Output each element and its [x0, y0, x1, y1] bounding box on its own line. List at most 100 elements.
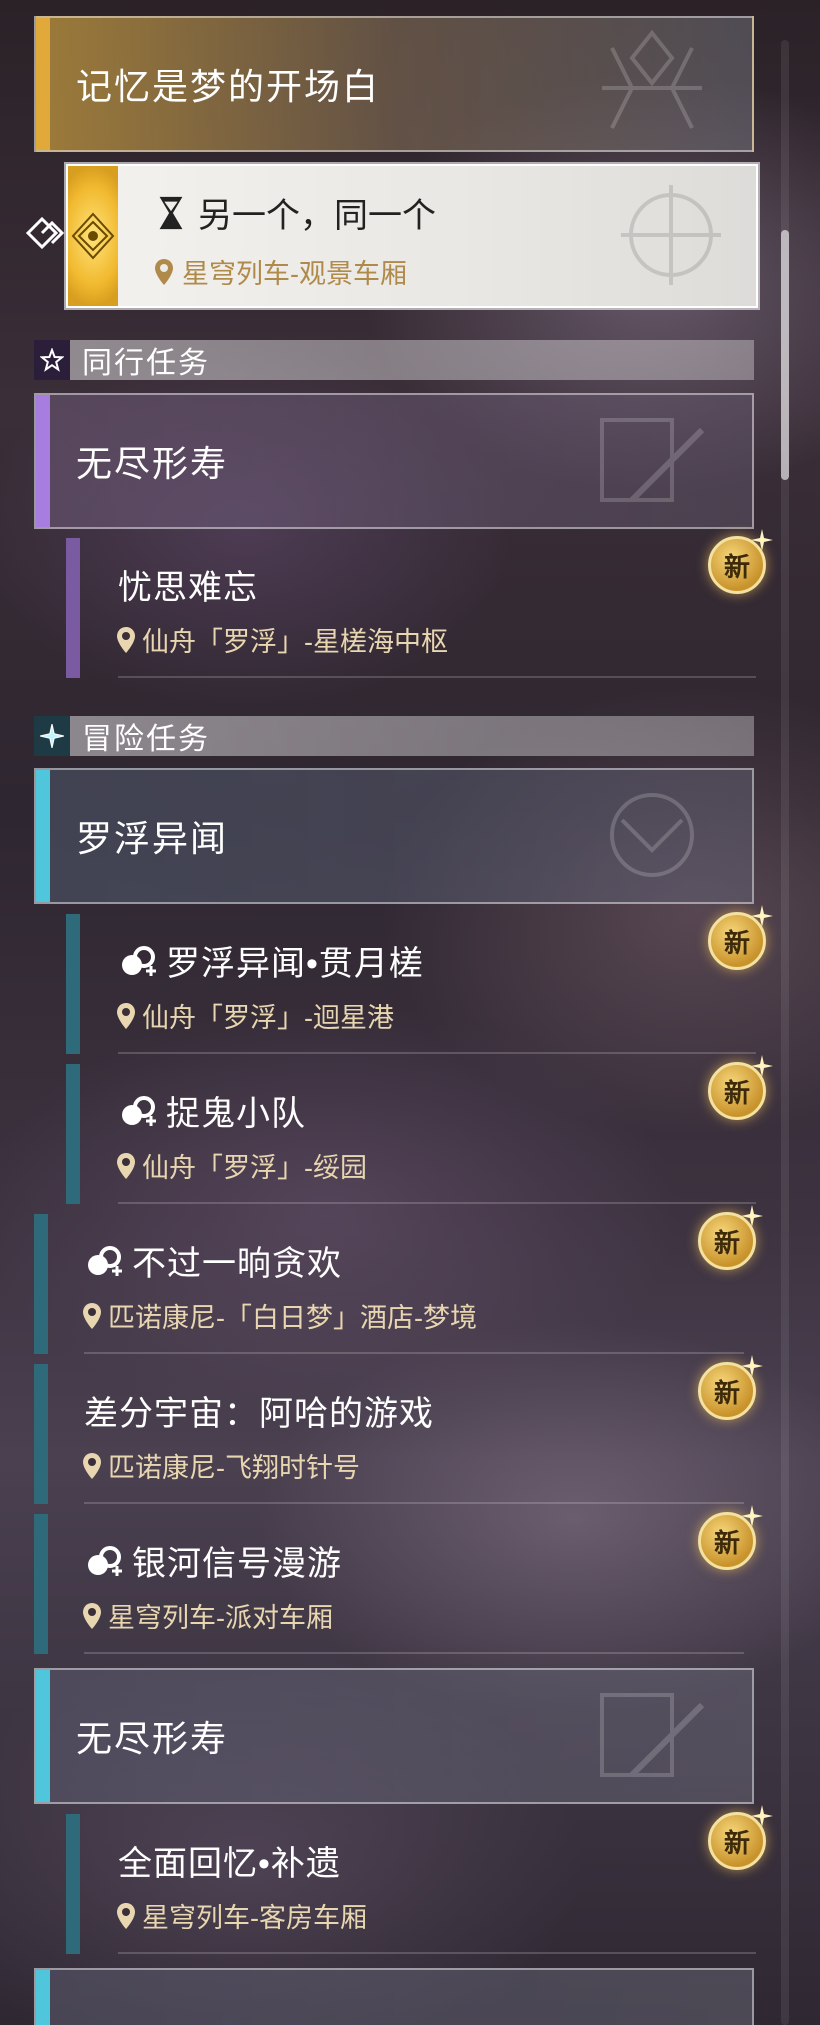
- location-pin-icon: [117, 1902, 135, 1929]
- category-label-companion: 同行任务: [82, 347, 210, 380]
- sparkle-icon: [741, 1505, 763, 1527]
- new-badge: 新: [708, 529, 773, 594]
- quest-title: 罗浮异闻•贯月槎: [166, 945, 424, 983]
- new-badge: 新: [698, 1355, 763, 1420]
- quest-bar: [34, 1364, 48, 1504]
- divider: [84, 1652, 744, 1654]
- luofu-group-title: 罗浮异闻: [76, 818, 229, 859]
- new-badge: 新: [708, 1805, 773, 1870]
- quest-item-companion-0[interactable]: 忧思难忘 仙舟「罗浮」-星槎海中枢: [66, 538, 756, 678]
- new-badge-label: 新: [723, 551, 750, 582]
- quest-bar: [66, 1064, 80, 1204]
- divider: [84, 1502, 744, 1504]
- category-header-companion: 同行任务: [34, 340, 754, 380]
- scroll-emblem-icon: [600, 418, 705, 503]
- quest-bar: [66, 538, 80, 678]
- companion-group-title: 无尽形寿: [76, 443, 229, 484]
- sparkle-icon: [751, 1055, 773, 1077]
- quest-title-row: 差分宇宙：阿哈的游戏: [84, 1386, 434, 1435]
- new-badge-label: 新: [723, 1077, 750, 1108]
- location-pin-icon: [155, 258, 173, 285]
- quest-bar: [66, 1814, 80, 1954]
- new-badge: 新: [698, 1505, 763, 1570]
- main-accent-bar: [36, 18, 50, 150]
- quest-location: 匹诺康尼-飞翔时针号: [108, 1453, 360, 1483]
- location-pin-icon: [83, 1602, 101, 1629]
- new-badge-label: 新: [713, 1227, 740, 1258]
- sparkle-icon: [751, 529, 773, 551]
- divider: [84, 1352, 744, 1354]
- sparkle-icon: [751, 905, 773, 927]
- quest-title-row: 捉鬼小队: [118, 1086, 306, 1135]
- new-badge-label: 新: [713, 1527, 740, 1558]
- quest-bar: [34, 1214, 48, 1354]
- location-pin-icon: [117, 626, 135, 653]
- quest-item-luofu-0[interactable]: 罗浮异闻•贯月槎 仙舟「罗浮」-迴星港: [66, 914, 756, 1054]
- luofu-group-header[interactable]: 罗浮异闻: [34, 768, 754, 904]
- divider: [118, 1202, 756, 1204]
- main-group-title: 记忆是梦的开场白: [76, 66, 381, 107]
- quest-title-row: 忧思难忘: [118, 560, 258, 609]
- new-badge-label: 新: [723, 1827, 750, 1858]
- sparkle-icon: [34, 716, 70, 756]
- next-group-header-partial[interactable]: [34, 1968, 754, 2025]
- companion-group-header[interactable]: 无尽形寿: [34, 393, 754, 529]
- endless-group-title: 无尽形寿: [76, 1718, 229, 1759]
- compass-diamond-icon: [71, 212, 115, 260]
- new-badge: 新: [698, 1205, 763, 1270]
- quest-location: 星穹列车-客房车厢: [142, 1903, 367, 1933]
- quest-location-row: 匹诺康尼-「白日梦」酒店-梦境: [82, 1296, 477, 1335]
- location-pin-icon: [117, 1002, 135, 1029]
- quest-title: 不过一晌贪欢: [132, 1245, 342, 1283]
- scroll-emblem-icon: [600, 1693, 705, 1778]
- location-pin-icon: [117, 1152, 135, 1179]
- adventure-accent-bar: [36, 770, 50, 902]
- main-quest-group-header[interactable]: 记忆是梦的开场白: [34, 16, 754, 152]
- selected-quest-location-row: 星穹列车-观景车厢: [154, 252, 407, 291]
- quest-location: 仙舟「罗浮」-迴星港: [142, 1003, 394, 1033]
- adventure-accent-bar: [36, 1970, 50, 2025]
- quest-title: 银河信号漫游: [132, 1545, 342, 1583]
- quest-title-row: 不过一晌贪欢: [84, 1236, 342, 1285]
- companion-accent-bar: [36, 395, 50, 527]
- quest-item-luofu-1[interactable]: 捉鬼小队 仙舟「罗浮」-绥园: [66, 1064, 756, 1204]
- emblem-icon: [621, 185, 721, 285]
- adventure-quest-icon: [122, 945, 156, 976]
- quest-location-row: 仙舟「罗浮」-绥园: [116, 1146, 367, 1185]
- category-label-adventure: 冒险任务: [82, 723, 210, 756]
- divider: [118, 1952, 756, 1954]
- sparkle-icon: [741, 1355, 763, 1377]
- quest-title: 忧思难忘: [118, 569, 258, 607]
- adventure-quest-icon: [122, 1095, 156, 1126]
- quest-location-row: 星穹列车-派对车厢: [82, 1596, 333, 1635]
- quest-bar: [66, 914, 80, 1054]
- endless-group-header[interactable]: 无尽形寿: [34, 1668, 754, 1804]
- beast-emblem-icon: [610, 793, 694, 877]
- new-badge: 新: [708, 905, 773, 970]
- quest-bar: [34, 1514, 48, 1654]
- scrollbar-thumb[interactable]: [781, 230, 789, 480]
- selected-quest-card[interactable]: 另一个，同一个 星穹列车-观景车厢: [66, 164, 758, 308]
- location-pin-icon: [83, 1452, 101, 1479]
- quest-title-row: 罗浮异闻•贯月槎: [118, 936, 424, 985]
- quest-item-loose-1[interactable]: 差分宇宙：阿哈的游戏 匹诺康尼-飞翔时针号: [34, 1364, 744, 1504]
- selected-quest-marker: [68, 166, 118, 306]
- sparkle-icon: [751, 1805, 773, 1827]
- new-badge-label: 新: [713, 1377, 740, 1408]
- adventure-quest-icon: [88, 1245, 122, 1276]
- quest-title: 捉鬼小队: [166, 1095, 306, 1133]
- location-pin-icon: [83, 1302, 101, 1329]
- sparkle-icon: [741, 1205, 763, 1227]
- quest-title: 差分宇宙：阿哈的游戏: [84, 1395, 434, 1433]
- selected-quest-title-row: 另一个，同一个: [156, 188, 436, 237]
- star-icon: [34, 340, 70, 380]
- quest-item-loose-2[interactable]: 银河信号漫游 星穹列车-派对车厢: [34, 1514, 744, 1654]
- quest-location-row: 仙舟「罗浮」-迴星港: [116, 996, 394, 1035]
- quest-location: 仙舟「罗浮」-星槎海中枢: [142, 627, 448, 657]
- category-header-adventure: 冒险任务: [34, 716, 754, 756]
- quest-location: 星穹列车-派对车厢: [108, 1603, 333, 1633]
- new-badge-label: 新: [723, 927, 750, 958]
- quest-item-loose-0[interactable]: 不过一晌贪欢 匹诺康尼-「白日梦」酒店-梦境: [34, 1214, 744, 1354]
- emblem-icon: [602, 29, 702, 129]
- quest-item-endless-0[interactable]: 全面回忆•补遗 星穹列车-客房车厢: [66, 1814, 756, 1954]
